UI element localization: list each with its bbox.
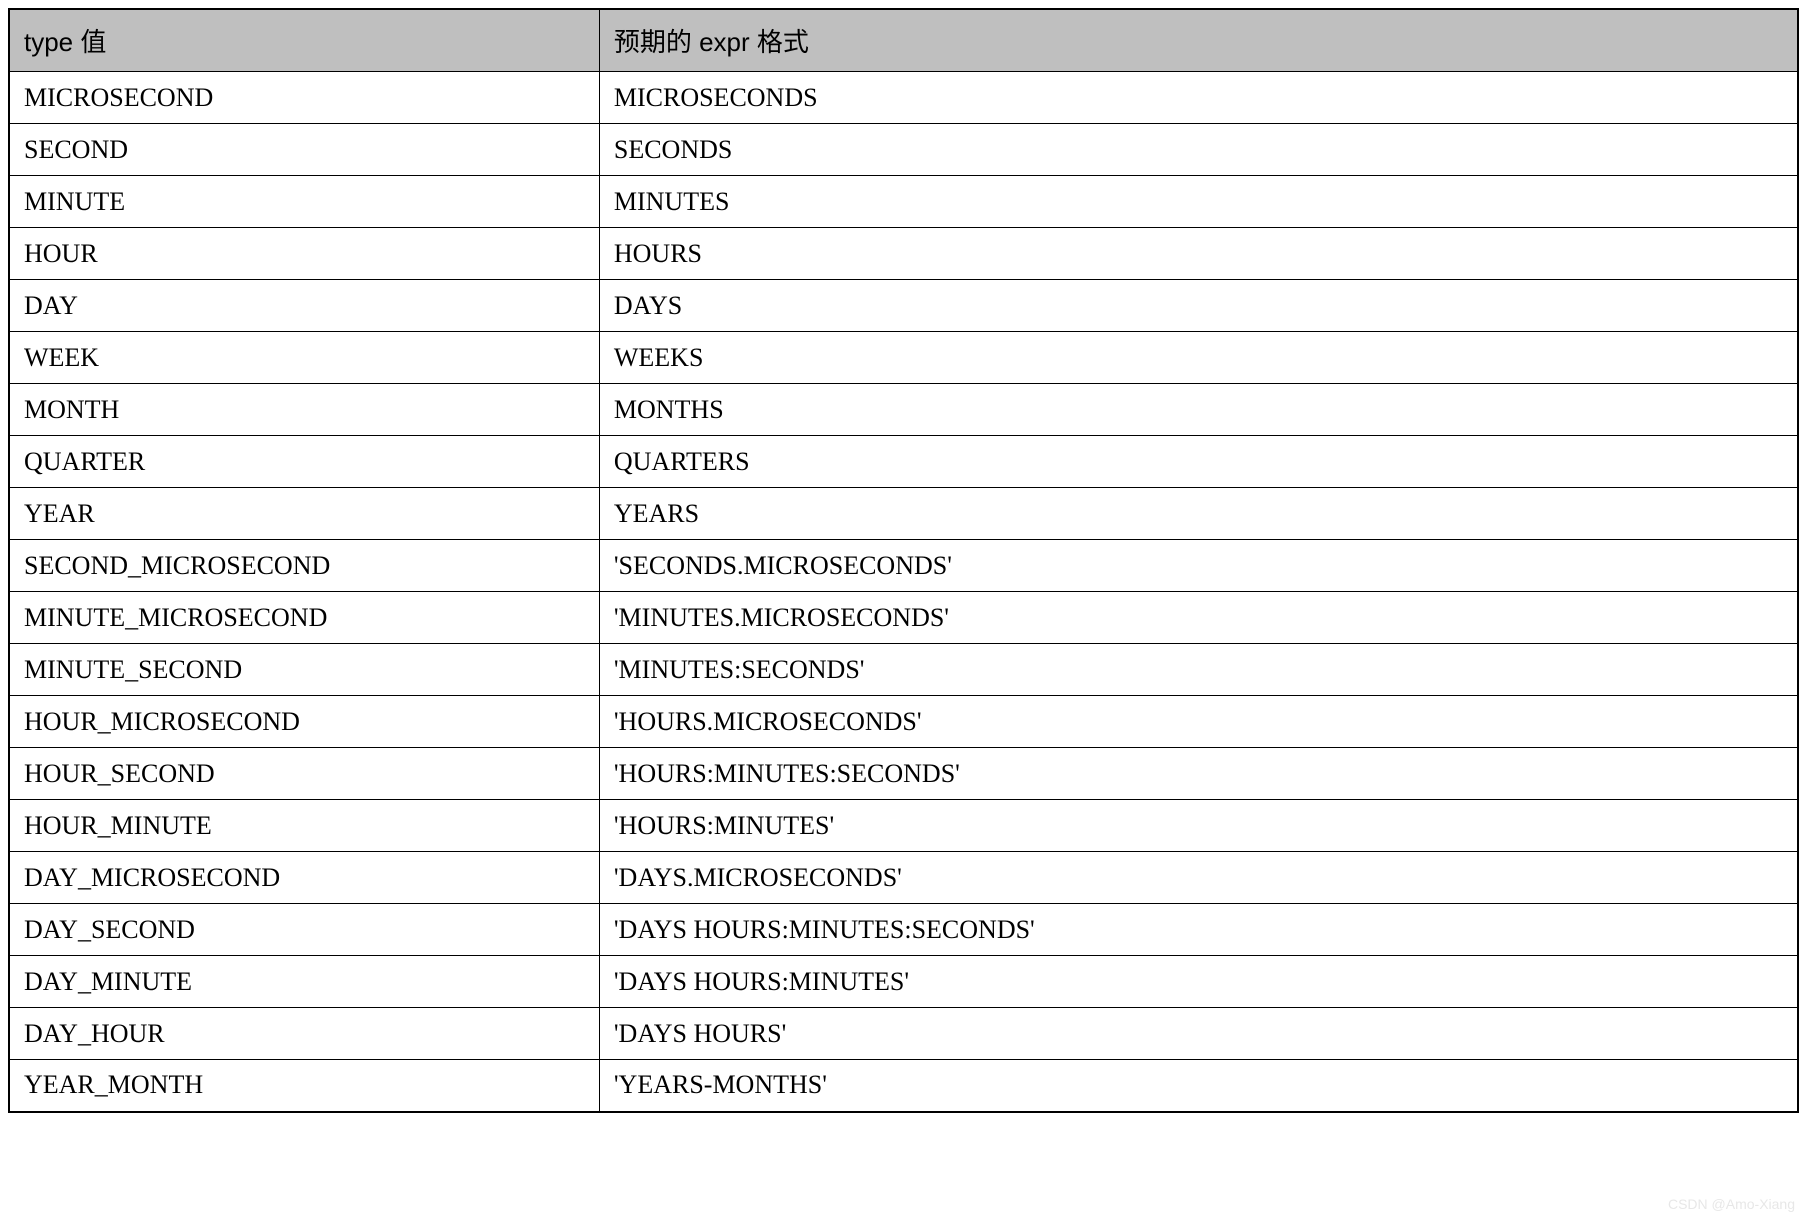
cell-type: SECOND [9, 124, 599, 176]
table-row: MONTH MONTHS [9, 384, 1798, 436]
header-expr: 预期的 expr 格式 [599, 9, 1798, 72]
header-type: type 值 [9, 9, 599, 72]
cell-type: DAY_SECOND [9, 904, 599, 956]
table-header-row: type 值 预期的 expr 格式 [9, 9, 1798, 72]
table-row: DAY_HOUR 'DAYS HOURS' [9, 1008, 1798, 1060]
cell-type: QUARTER [9, 436, 599, 488]
watermark: CSDN @Amo-Xiang [1668, 1196, 1795, 1212]
cell-expr: 'HOURS:MINUTES' [599, 800, 1798, 852]
type-expr-table: type 值 预期的 expr 格式 MICROSECOND MICROSECO… [8, 8, 1799, 1113]
cell-type: DAY_MINUTE [9, 956, 599, 1008]
cell-expr: HOURS [599, 228, 1798, 280]
table-row: SECOND_MICROSECOND 'SECONDS.MICROSECONDS… [9, 540, 1798, 592]
table-row: HOUR_MINUTE 'HOURS:MINUTES' [9, 800, 1798, 852]
cell-type: DAY_MICROSECOND [9, 852, 599, 904]
cell-expr: 'HOURS:MINUTES:SECONDS' [599, 748, 1798, 800]
cell-type: MONTH [9, 384, 599, 436]
cell-type: DAY [9, 280, 599, 332]
table-row: DAY_MINUTE 'DAYS HOURS:MINUTES' [9, 956, 1798, 1008]
table-row: WEEK WEEKS [9, 332, 1798, 384]
cell-type: HOUR_SECOND [9, 748, 599, 800]
table-row: HOUR_MICROSECOND 'HOURS.MICROSECONDS' [9, 696, 1798, 748]
cell-expr: MINUTES [599, 176, 1798, 228]
cell-type: DAY_HOUR [9, 1008, 599, 1060]
cell-expr: QUARTERS [599, 436, 1798, 488]
table-row: HOUR_SECOND 'HOURS:MINUTES:SECONDS' [9, 748, 1798, 800]
cell-type: MINUTE [9, 176, 599, 228]
table-row: MICROSECOND MICROSECONDS [9, 72, 1798, 124]
cell-expr: WEEKS [599, 332, 1798, 384]
cell-expr: 'SECONDS.MICROSECONDS' [599, 540, 1798, 592]
cell-type: WEEK [9, 332, 599, 384]
table-row: YEAR YEARS [9, 488, 1798, 540]
cell-type: MICROSECOND [9, 72, 599, 124]
cell-type: MINUTE_SECOND [9, 644, 599, 696]
cell-expr: 'DAYS HOURS:MINUTES:SECONDS' [599, 904, 1798, 956]
table-row: HOUR HOURS [9, 228, 1798, 280]
table-row: MINUTE_SECOND 'MINUTES:SECONDS' [9, 644, 1798, 696]
cell-type: HOUR [9, 228, 599, 280]
cell-expr: SECONDS [599, 124, 1798, 176]
cell-type: HOUR_MINUTE [9, 800, 599, 852]
cell-expr: 'DAYS.MICROSECONDS' [599, 852, 1798, 904]
cell-expr: MICROSECONDS [599, 72, 1798, 124]
table-row: MINUTE_MICROSECOND 'MINUTES.MICROSECONDS… [9, 592, 1798, 644]
cell-type: YEAR_MONTH [9, 1060, 599, 1112]
cell-expr: 'MINUTES.MICROSECONDS' [599, 592, 1798, 644]
table-row: QUARTER QUARTERS [9, 436, 1798, 488]
cell-expr: MONTHS [599, 384, 1798, 436]
table-row: DAY DAYS [9, 280, 1798, 332]
cell-expr: DAYS [599, 280, 1798, 332]
table-body: MICROSECOND MICROSECONDS SECOND SECONDS … [9, 72, 1798, 1112]
cell-expr: 'DAYS HOURS' [599, 1008, 1798, 1060]
table-row: YEAR_MONTH 'YEARS-MONTHS' [9, 1060, 1798, 1112]
cell-type: YEAR [9, 488, 599, 540]
table-row: DAY_MICROSECOND 'DAYS.MICROSECONDS' [9, 852, 1798, 904]
table-row: SECOND SECONDS [9, 124, 1798, 176]
cell-expr: 'MINUTES:SECONDS' [599, 644, 1798, 696]
cell-expr: 'YEARS-MONTHS' [599, 1060, 1798, 1112]
table-row: MINUTE MINUTES [9, 176, 1798, 228]
cell-type: SECOND_MICROSECOND [9, 540, 599, 592]
table-row: DAY_SECOND 'DAYS HOURS:MINUTES:SECONDS' [9, 904, 1798, 956]
cell-type: HOUR_MICROSECOND [9, 696, 599, 748]
cell-expr: YEARS [599, 488, 1798, 540]
cell-type: MINUTE_MICROSECOND [9, 592, 599, 644]
cell-expr: 'HOURS.MICROSECONDS' [599, 696, 1798, 748]
cell-expr: 'DAYS HOURS:MINUTES' [599, 956, 1798, 1008]
